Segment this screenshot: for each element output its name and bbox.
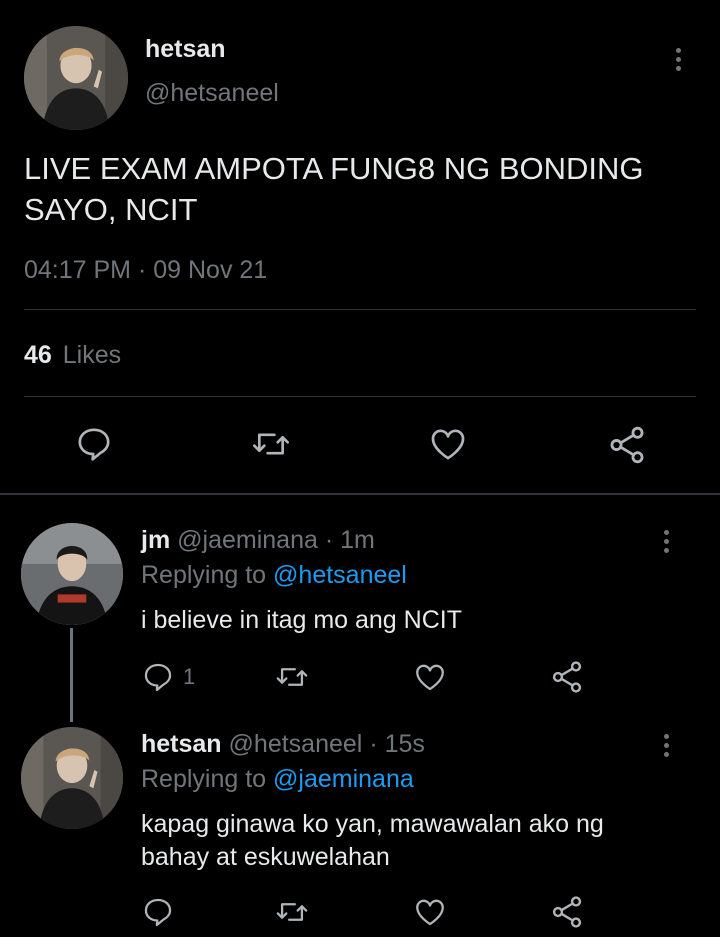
tweet-text: LIVE EXAM AMPOTA FUNG8 NG BONDING SAYO, … (24, 148, 644, 230)
likes-count: 46 (24, 341, 52, 369)
reply-header: hetsan @hetsaneel · 15s (141, 730, 425, 759)
tweet-date: 09 Nov 21 (153, 256, 268, 284)
person-photo (21, 727, 123, 829)
retweet-icon[interactable] (273, 895, 311, 929)
author-avatar[interactable] (24, 26, 128, 130)
reply-display-name[interactable]: hetsan (141, 730, 222, 758)
reply-time[interactable]: 1m (340, 526, 375, 554)
share-icon[interactable] (549, 659, 585, 695)
author-display-name[interactable]: hetsan (145, 35, 226, 64)
reply-text-line: bahay at eskuwelahan (141, 843, 390, 871)
reply-handle[interactable]: @hetsaneel (229, 730, 363, 758)
reply-text-line: i believe in itag mo ang NCIT (141, 606, 462, 634)
reply-text: i believe in itag mo ang NCIT (141, 604, 462, 636)
separator: · (137, 256, 147, 284)
tweet-timestamp[interactable]: 04:17 PM · 09 Nov 21 (24, 256, 267, 285)
reply-count: 1 (183, 664, 196, 689)
author-handle[interactable]: @hetsaneel (145, 79, 279, 108)
reply-time[interactable]: 15s (385, 730, 425, 758)
replying-to-link[interactable]: @jaeminana (273, 765, 414, 793)
reply-text-line: kapag ginawa ko yan, mawawalan ako ng (141, 810, 604, 838)
share-icon[interactable] (549, 894, 585, 930)
like-icon[interactable] (412, 895, 448, 929)
share-icon[interactable] (606, 424, 648, 466)
likes-label: Likes (62, 341, 122, 369)
more-icon[interactable] (663, 734, 669, 757)
more-icon[interactable] (675, 48, 681, 71)
reply-handle[interactable]: @jaeminana (177, 526, 318, 554)
reply-avatar[interactable] (21, 727, 123, 829)
section-divider (0, 493, 720, 495)
tweet-text-line: LIVE EXAM AMPOTA FUNG8 NG BONDING (24, 151, 644, 186)
replying-to-label: Replying to (141, 561, 267, 589)
reply-avatar[interactable] (21, 523, 123, 625)
divider (24, 309, 696, 310)
thread-line (70, 628, 73, 722)
reply-display-name[interactable]: jm (141, 526, 170, 554)
likes-stat[interactable]: 46 Likes (24, 341, 121, 370)
replying-to-label: Replying to (141, 765, 267, 793)
tweet-text-line: SAYO, NCIT (24, 192, 198, 227)
tweet-time: 04:17 PM (24, 256, 132, 284)
reply-icon[interactable] (74, 424, 114, 464)
person-photo (24, 26, 128, 130)
replying-to: Replying to @hetsaneel (141, 561, 407, 590)
like-icon[interactable] (412, 660, 448, 694)
divider (24, 396, 696, 397)
retweet-icon[interactable] (273, 660, 311, 694)
replying-to: Replying to @jaeminana (141, 765, 414, 794)
replying-to-link[interactable]: @hetsaneel (273, 561, 407, 589)
like-icon[interactable] (427, 424, 469, 464)
reply-header: jm @jaeminana · 1m (141, 526, 375, 555)
reply-text: kapag ginawa ko yan, mawawalan ako ng ba… (141, 808, 604, 874)
separator: · (324, 526, 334, 554)
person-photo (21, 523, 123, 625)
retweet-icon[interactable] (250, 424, 292, 464)
reply-icon[interactable] (141, 895, 175, 929)
reply-icon[interactable]: 1 (141, 660, 195, 694)
more-icon[interactable] (663, 530, 669, 553)
separator: · (369, 730, 378, 758)
